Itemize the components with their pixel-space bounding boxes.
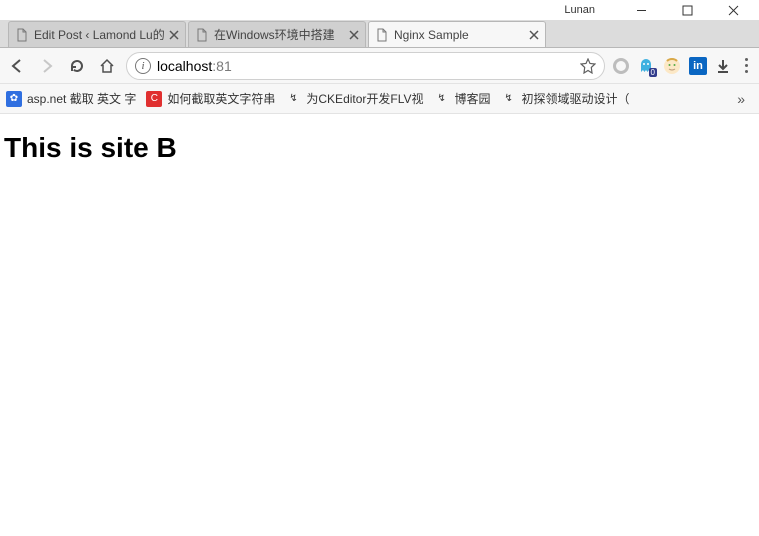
linkedin-icon[interactable]: in <box>689 57 707 75</box>
forward-button[interactable] <box>36 55 58 77</box>
close-icon[interactable] <box>169 30 179 40</box>
bookmark-label: 为CKEditor开发FLV视 <box>306 90 423 107</box>
url-host: localhost <box>157 58 212 74</box>
address-bar[interactable]: i localhost:81 <box>126 52 605 80</box>
tab-title: Edit Post ‹ Lamond Lu的 <box>34 26 164 43</box>
bookmark-label: asp.net 截取 英文 字 <box>27 90 136 107</box>
tab-strip: Edit Post ‹ Lamond Lu的 在Windows环境中搭建 Ngi… <box>0 20 759 48</box>
menu-icon[interactable] <box>739 58 753 73</box>
bookmark-ckeditor[interactable]: ↯ 为CKEditor开发FLV视 <box>285 90 423 107</box>
close-icon[interactable] <box>529 30 539 40</box>
profile-name: Lunan <box>564 4 595 16</box>
extension-avatar-icon[interactable] <box>663 57 681 75</box>
document-icon <box>15 28 29 42</box>
home-button[interactable] <box>96 55 118 77</box>
bookmark-label: 博客园 <box>455 90 491 107</box>
favicon: ↯ <box>501 91 517 107</box>
favicon: ✿ <box>6 91 22 107</box>
bookmark-cnblogs[interactable]: ↯ 博客园 <box>434 90 491 107</box>
page-content: This is site B <box>0 114 759 182</box>
bookmark-overflow-icon[interactable]: » <box>737 91 753 107</box>
close-window-button[interactable] <box>713 1 753 19</box>
bookmark-bar: ✿ asp.net 截取 英文 字 C 如何截取英文字符串 ↯ 为CKEdito… <box>0 84 759 114</box>
favicon: ↯ <box>434 91 450 107</box>
maximize-button[interactable] <box>667 1 707 19</box>
favicon: C <box>146 91 162 107</box>
ghostery-icon[interactable]: 0 <box>637 57 655 75</box>
tab-title: 在Windows环境中搭建 <box>214 26 344 43</box>
back-button[interactable] <box>6 55 28 77</box>
bookmark-label: 初探领域驱动设计（ <box>522 90 630 107</box>
tab-title: Nginx Sample <box>394 28 524 42</box>
extension-badge: 0 <box>649 68 657 77</box>
tab-windows-setup[interactable]: 在Windows环境中搭建 <box>188 21 366 47</box>
reload-button[interactable] <box>66 55 88 77</box>
favicon: ↯ <box>285 91 301 107</box>
toolbar: i localhost:81 0 in <box>0 48 759 84</box>
url-display: localhost:81 <box>157 58 574 74</box>
minimize-button[interactable] <box>621 1 661 19</box>
bookmark-star-icon[interactable] <box>580 58 596 74</box>
linkedin-label: in <box>693 60 703 72</box>
window-titlebar: Lunan <box>0 0 759 20</box>
site-info-icon[interactable]: i <box>135 58 151 74</box>
page-heading: This is site B <box>4 132 755 164</box>
bookmark-label: 如何截取英文字符串 <box>167 90 275 107</box>
bookmark-truncate[interactable]: C 如何截取英文字符串 <box>146 90 275 107</box>
document-icon <box>195 28 209 42</box>
download-icon[interactable] <box>715 58 731 74</box>
tab-edit-post[interactable]: Edit Post ‹ Lamond Lu的 <box>8 21 186 47</box>
bookmark-aspnet[interactable]: ✿ asp.net 截取 英文 字 <box>6 90 136 107</box>
url-port: :81 <box>212 58 231 74</box>
document-icon <box>375 28 389 42</box>
tab-nginx-sample[interactable]: Nginx Sample <box>368 21 546 47</box>
close-icon[interactable] <box>349 30 359 40</box>
bookmark-ddd[interactable]: ↯ 初探领域驱动设计（ <box>501 90 630 107</box>
extension-circle-icon[interactable] <box>613 58 629 74</box>
